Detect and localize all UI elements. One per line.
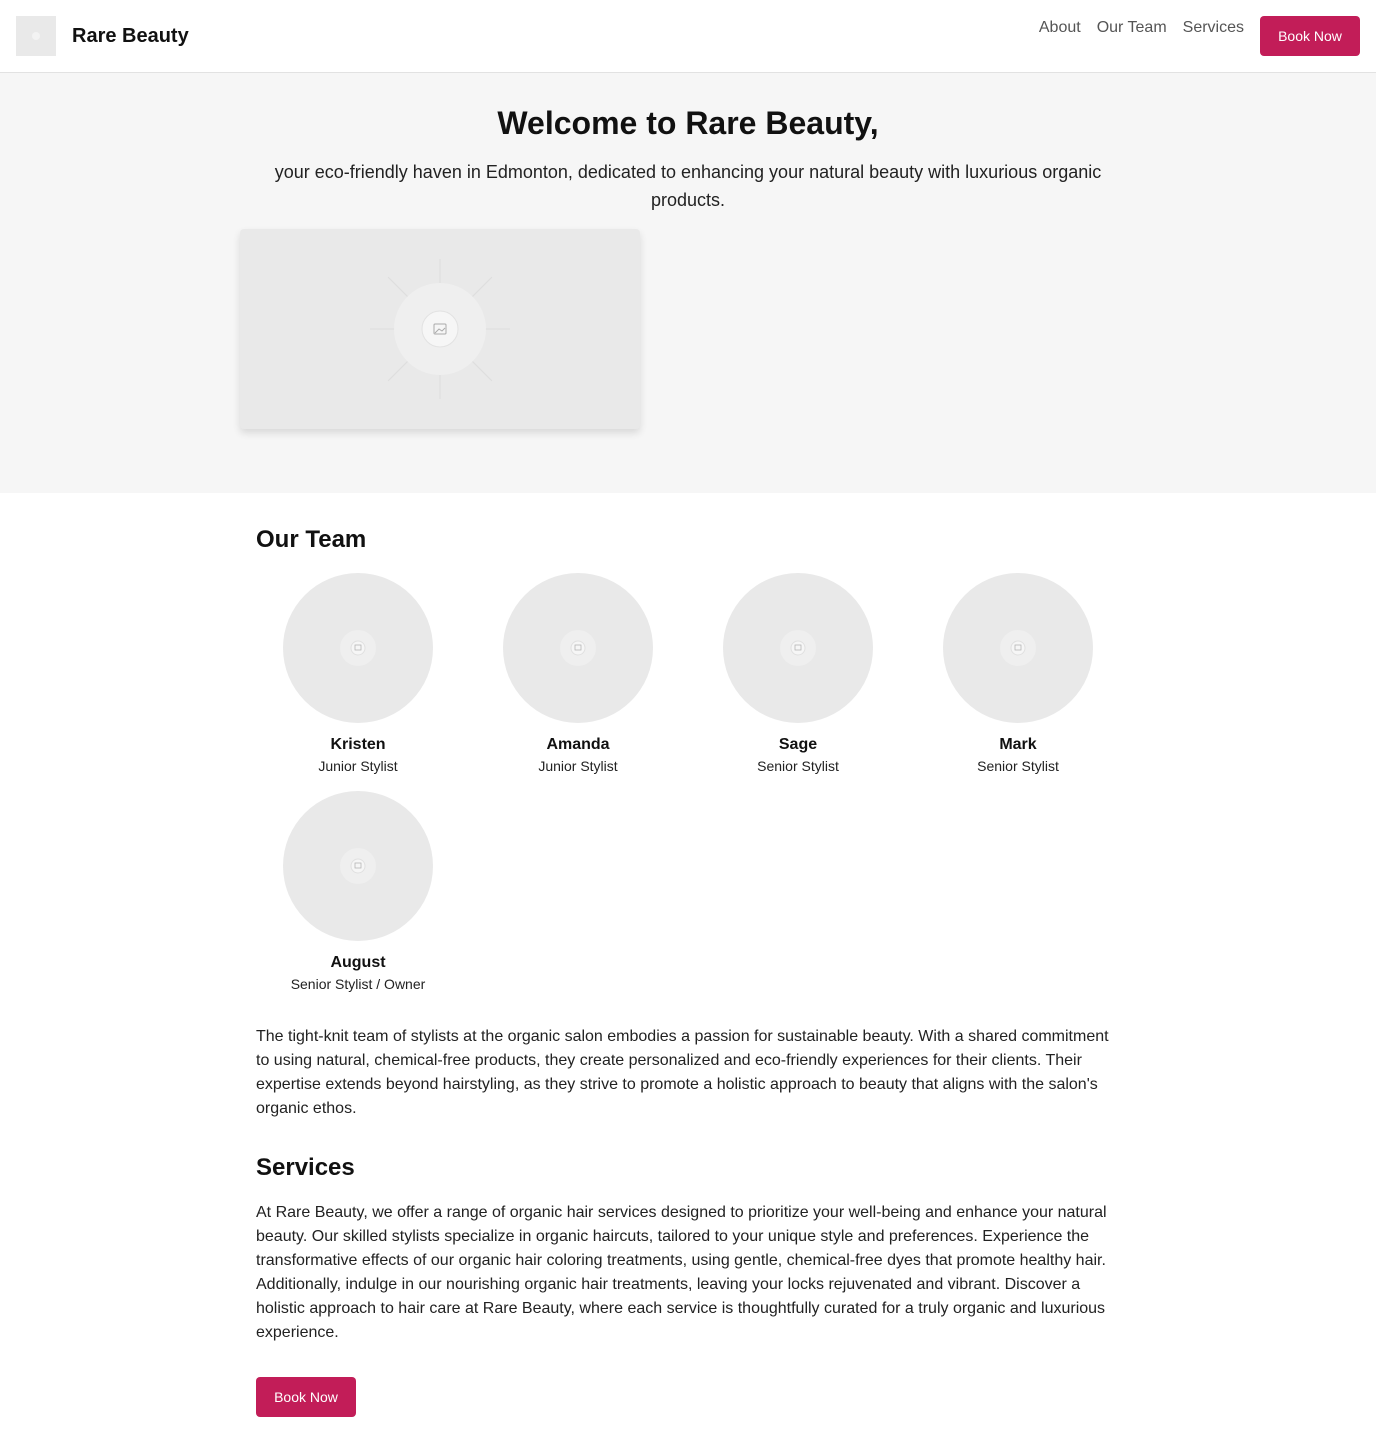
team-member-amanda: Amanda Junior Stylist	[478, 573, 678, 776]
services-heading: Services	[256, 1154, 355, 1181]
member-role: Senior Stylist	[757, 758, 839, 774]
logo[interactable]	[16, 16, 56, 56]
member-role: Junior Stylist	[538, 758, 618, 774]
hero-title: Welcome to Rare Beauty,	[497, 105, 879, 141]
team-member-mark: Mark Senior Stylist	[918, 573, 1118, 776]
hero-section: Welcome to Rare Beauty, your eco-friendl…	[0, 73, 1376, 493]
image-placeholder-icon	[340, 630, 376, 666]
member-name: August	[330, 954, 386, 971]
team-member-sage: Sage Senior Stylist	[698, 573, 898, 776]
hero-subtitle: your eco-friendly haven in Edmonton, ded…	[274, 162, 1102, 210]
member-name: Sage	[778, 736, 818, 753]
image-placeholder-icon	[780, 630, 816, 666]
member-role: Senior Stylist	[977, 758, 1059, 774]
nav-link-services[interactable]: Services	[1183, 18, 1244, 38]
nav-link-our-team[interactable]: Our Team	[1097, 18, 1167, 38]
member-role: Senior Stylist / Owner	[290, 976, 426, 992]
book-now-button-bottom[interactable]: Book Now	[256, 1377, 356, 1417]
book-now-button[interactable]: Book Now	[1260, 16, 1360, 56]
member-role: Junior Stylist	[318, 758, 398, 774]
nav-link-about[interactable]: About	[1039, 18, 1081, 38]
avatar	[283, 573, 433, 723]
avatar	[723, 573, 873, 723]
brand-name[interactable]: Rare Beauty	[72, 24, 189, 48]
avatar	[283, 791, 433, 941]
image-placeholder-icon	[1000, 630, 1036, 666]
image-placeholder-icon	[560, 630, 596, 666]
avatar	[943, 573, 1093, 723]
image-placeholder-icon	[32, 32, 40, 40]
member-name: Mark	[999, 736, 1037, 753]
avatar	[503, 573, 653, 723]
team-member-august: August Senior Stylist / Owner	[258, 791, 458, 994]
site-header: Rare Beauty About Our Team Services Book…	[0, 0, 1376, 73]
member-name: Amanda	[546, 736, 610, 753]
hero-image	[240, 229, 640, 429]
main-nav: About Our Team Services	[1039, 18, 1244, 38]
team-description: The tight-knit team of stylists at the o…	[256, 1028, 1109, 1117]
team-member-kristen: Kristen Junior Stylist	[258, 573, 458, 776]
image-placeholder-icon	[340, 848, 376, 884]
image-placeholder-icon	[370, 259, 510, 399]
team-heading: Our Team	[256, 526, 367, 553]
member-name: Kristen	[330, 736, 386, 753]
services-description: At Rare Beauty, we offer a range of orga…	[256, 1204, 1107, 1341]
